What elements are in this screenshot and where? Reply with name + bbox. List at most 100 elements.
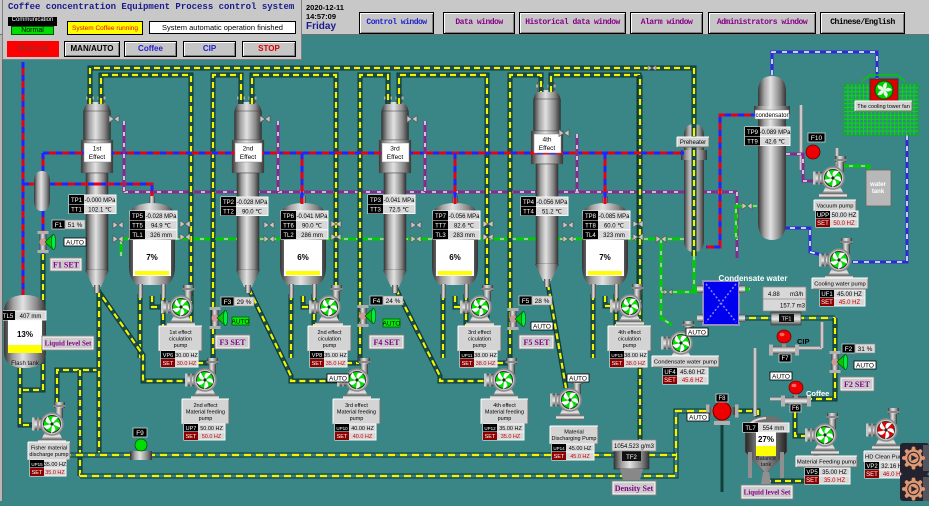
svg-text:ciculation: ciculation xyxy=(618,336,641,342)
svg-text:TT6: TT6 xyxy=(283,223,294,229)
svg-text:TF2: TF2 xyxy=(626,455,637,461)
svg-text:UF1: UF1 xyxy=(821,292,833,298)
svg-text:AUTO: AUTO xyxy=(383,320,401,327)
svg-text:AUTO: AUTO xyxy=(329,375,347,382)
svg-text:38.00 HZ: 38.00 HZ xyxy=(624,353,647,359)
svg-text:pump: pump xyxy=(174,343,188,349)
svg-text:pump: pump xyxy=(498,416,512,422)
svg-text:F2: F2 xyxy=(845,346,853,353)
svg-text:283 mm: 283 mm xyxy=(453,233,475,239)
svg-text:VP8: VP8 xyxy=(312,353,322,359)
svg-text:F3 SET: F3 SET xyxy=(219,338,246,347)
svg-text:SET: SET xyxy=(485,434,496,440)
svg-text:TP1: TP1 xyxy=(71,198,83,204)
svg-text:90.0 ℃: 90.0 ℃ xyxy=(242,209,262,215)
svg-text:72.5 ℃: 72.5 ℃ xyxy=(389,207,409,213)
svg-text:554 mm: 554 mm xyxy=(763,426,785,432)
svg-text:Material feeding: Material feeding xyxy=(485,409,524,415)
svg-text:6%: 6% xyxy=(297,253,309,262)
svg-text:50.00 HZ: 50.00 HZ xyxy=(200,426,223,432)
svg-text:F2 SET: F2 SET xyxy=(844,380,871,389)
svg-text:27%: 27% xyxy=(758,435,774,444)
svg-text:157.7 m3: 157.7 m3 xyxy=(780,304,806,310)
svg-text:-0.089 MPa: -0.089 MPa xyxy=(759,130,791,136)
svg-text:AUTO: AUTO xyxy=(533,323,551,330)
svg-text:7%: 7% xyxy=(599,253,611,262)
svg-text:UP12: UP12 xyxy=(484,426,496,431)
svg-text:-0.028 MPa: -0.028 MPa xyxy=(145,214,177,220)
svg-text:1st effect: 1st effect xyxy=(169,330,192,336)
svg-text:F6: F6 xyxy=(792,406,800,412)
svg-text:3rd: 3rd xyxy=(390,146,400,153)
svg-text:TL3: TL3 xyxy=(435,233,446,239)
svg-text:water: water xyxy=(869,182,886,188)
svg-text:pump: pump xyxy=(199,416,213,422)
svg-text:3rd effect: 3rd effect xyxy=(468,330,491,336)
svg-text:Liquid level Set: Liquid level Set xyxy=(45,339,92,347)
svg-text:TL2: TL2 xyxy=(283,233,294,239)
svg-text:TP5: TP5 xyxy=(132,214,144,220)
svg-text:F4: F4 xyxy=(373,298,381,305)
svg-text:UPP: UPP xyxy=(817,213,829,219)
svg-text:AUTO: AUTO xyxy=(772,373,790,380)
svg-text:TP3: TP3 xyxy=(370,198,382,204)
svg-text:Coffee: Coffee xyxy=(806,389,829,398)
svg-text:VP6: VP6 xyxy=(163,353,173,359)
svg-text:Fisher material: Fisher material xyxy=(31,446,67,452)
svg-text:SET: SET xyxy=(821,300,833,306)
svg-text:45.0 HZ: 45.0 HZ xyxy=(839,300,861,306)
svg-text:4th: 4th xyxy=(542,137,551,144)
svg-text:AUTO: AUTO xyxy=(856,362,874,369)
svg-text:50.00 HZ: 50.00 HZ xyxy=(832,213,857,219)
svg-text:F10: F10 xyxy=(811,135,823,142)
svg-text:Material feeding: Material feeding xyxy=(186,409,225,415)
svg-text:TF1: TF1 xyxy=(782,317,792,323)
svg-text:90.0 ℃: 90.0 ℃ xyxy=(302,223,322,229)
svg-text:51 %: 51 % xyxy=(68,222,83,229)
svg-text:ciculation: ciculation xyxy=(169,336,192,342)
svg-text:35.00 HZ: 35.00 HZ xyxy=(499,426,522,432)
svg-text:UP14: UP14 xyxy=(553,446,565,451)
svg-text:Cooling water pump: Cooling water pump xyxy=(814,282,866,288)
svg-text:F3: F3 xyxy=(224,299,232,306)
svg-text:TT2: TT2 xyxy=(223,209,234,215)
svg-text:Preheater: Preheater xyxy=(680,140,706,146)
svg-text:The cooling tower fan: The cooling tower fan xyxy=(857,104,910,110)
svg-text:45.00 HZ: 45.00 HZ xyxy=(569,446,592,452)
svg-text:-0.056 MPa: -0.056 MPa xyxy=(448,214,480,220)
svg-text:-0.000 MPa: -0.000 MPa xyxy=(84,198,116,204)
svg-text:45.6 HZ: 45.6 HZ xyxy=(682,378,704,384)
svg-text:35.0 HZ: 35.0 HZ xyxy=(824,478,846,484)
svg-text:SET: SET xyxy=(612,361,623,367)
svg-text:Effect: Effect xyxy=(387,154,404,161)
svg-text:TT1: TT1 xyxy=(71,207,82,213)
svg-text:SET: SET xyxy=(554,454,565,460)
svg-text:-0.028 MPa: -0.028 MPa xyxy=(236,200,268,206)
svg-text:31 %: 31 % xyxy=(858,346,873,353)
svg-text:82.6 ℃: 82.6 ℃ xyxy=(454,223,474,229)
svg-text:UP15: UP15 xyxy=(31,462,43,467)
svg-text:F4 SET: F4 SET xyxy=(373,338,400,347)
svg-text:condensator: condensator xyxy=(755,113,788,119)
svg-text:42.6 ℃: 42.6 ℃ xyxy=(765,139,785,145)
svg-text:SET: SET xyxy=(186,434,197,440)
svg-text:tank: tank xyxy=(761,462,772,468)
svg-text:pump: pump xyxy=(323,343,337,349)
svg-text:UP7: UP7 xyxy=(186,426,197,432)
svg-text:VP5: VP5 xyxy=(806,470,818,476)
svg-text:F1 SET: F1 SET xyxy=(53,260,80,269)
svg-text:discharge pump: discharge pump xyxy=(29,452,68,458)
svg-text:1st: 1st xyxy=(93,146,102,153)
svg-text:7%: 7% xyxy=(146,253,158,262)
svg-text:6%: 6% xyxy=(449,253,461,262)
svg-text:326 mm: 326 mm xyxy=(150,233,172,239)
svg-text:VP2: VP2 xyxy=(866,464,878,470)
svg-text:UF4: UF4 xyxy=(664,370,676,376)
svg-text:TT5: TT5 xyxy=(132,223,143,229)
svg-text:TT8: TT8 xyxy=(585,223,596,229)
svg-text:4.88: 4.88 xyxy=(768,292,780,298)
svg-text:35.00 HZ: 35.00 HZ xyxy=(324,353,347,359)
svg-text:35.0 HZ: 35.0 HZ xyxy=(45,470,65,476)
svg-text:-0.085 MPa: -0.085 MPa xyxy=(598,214,630,220)
svg-text:TP8: TP8 xyxy=(585,214,597,220)
